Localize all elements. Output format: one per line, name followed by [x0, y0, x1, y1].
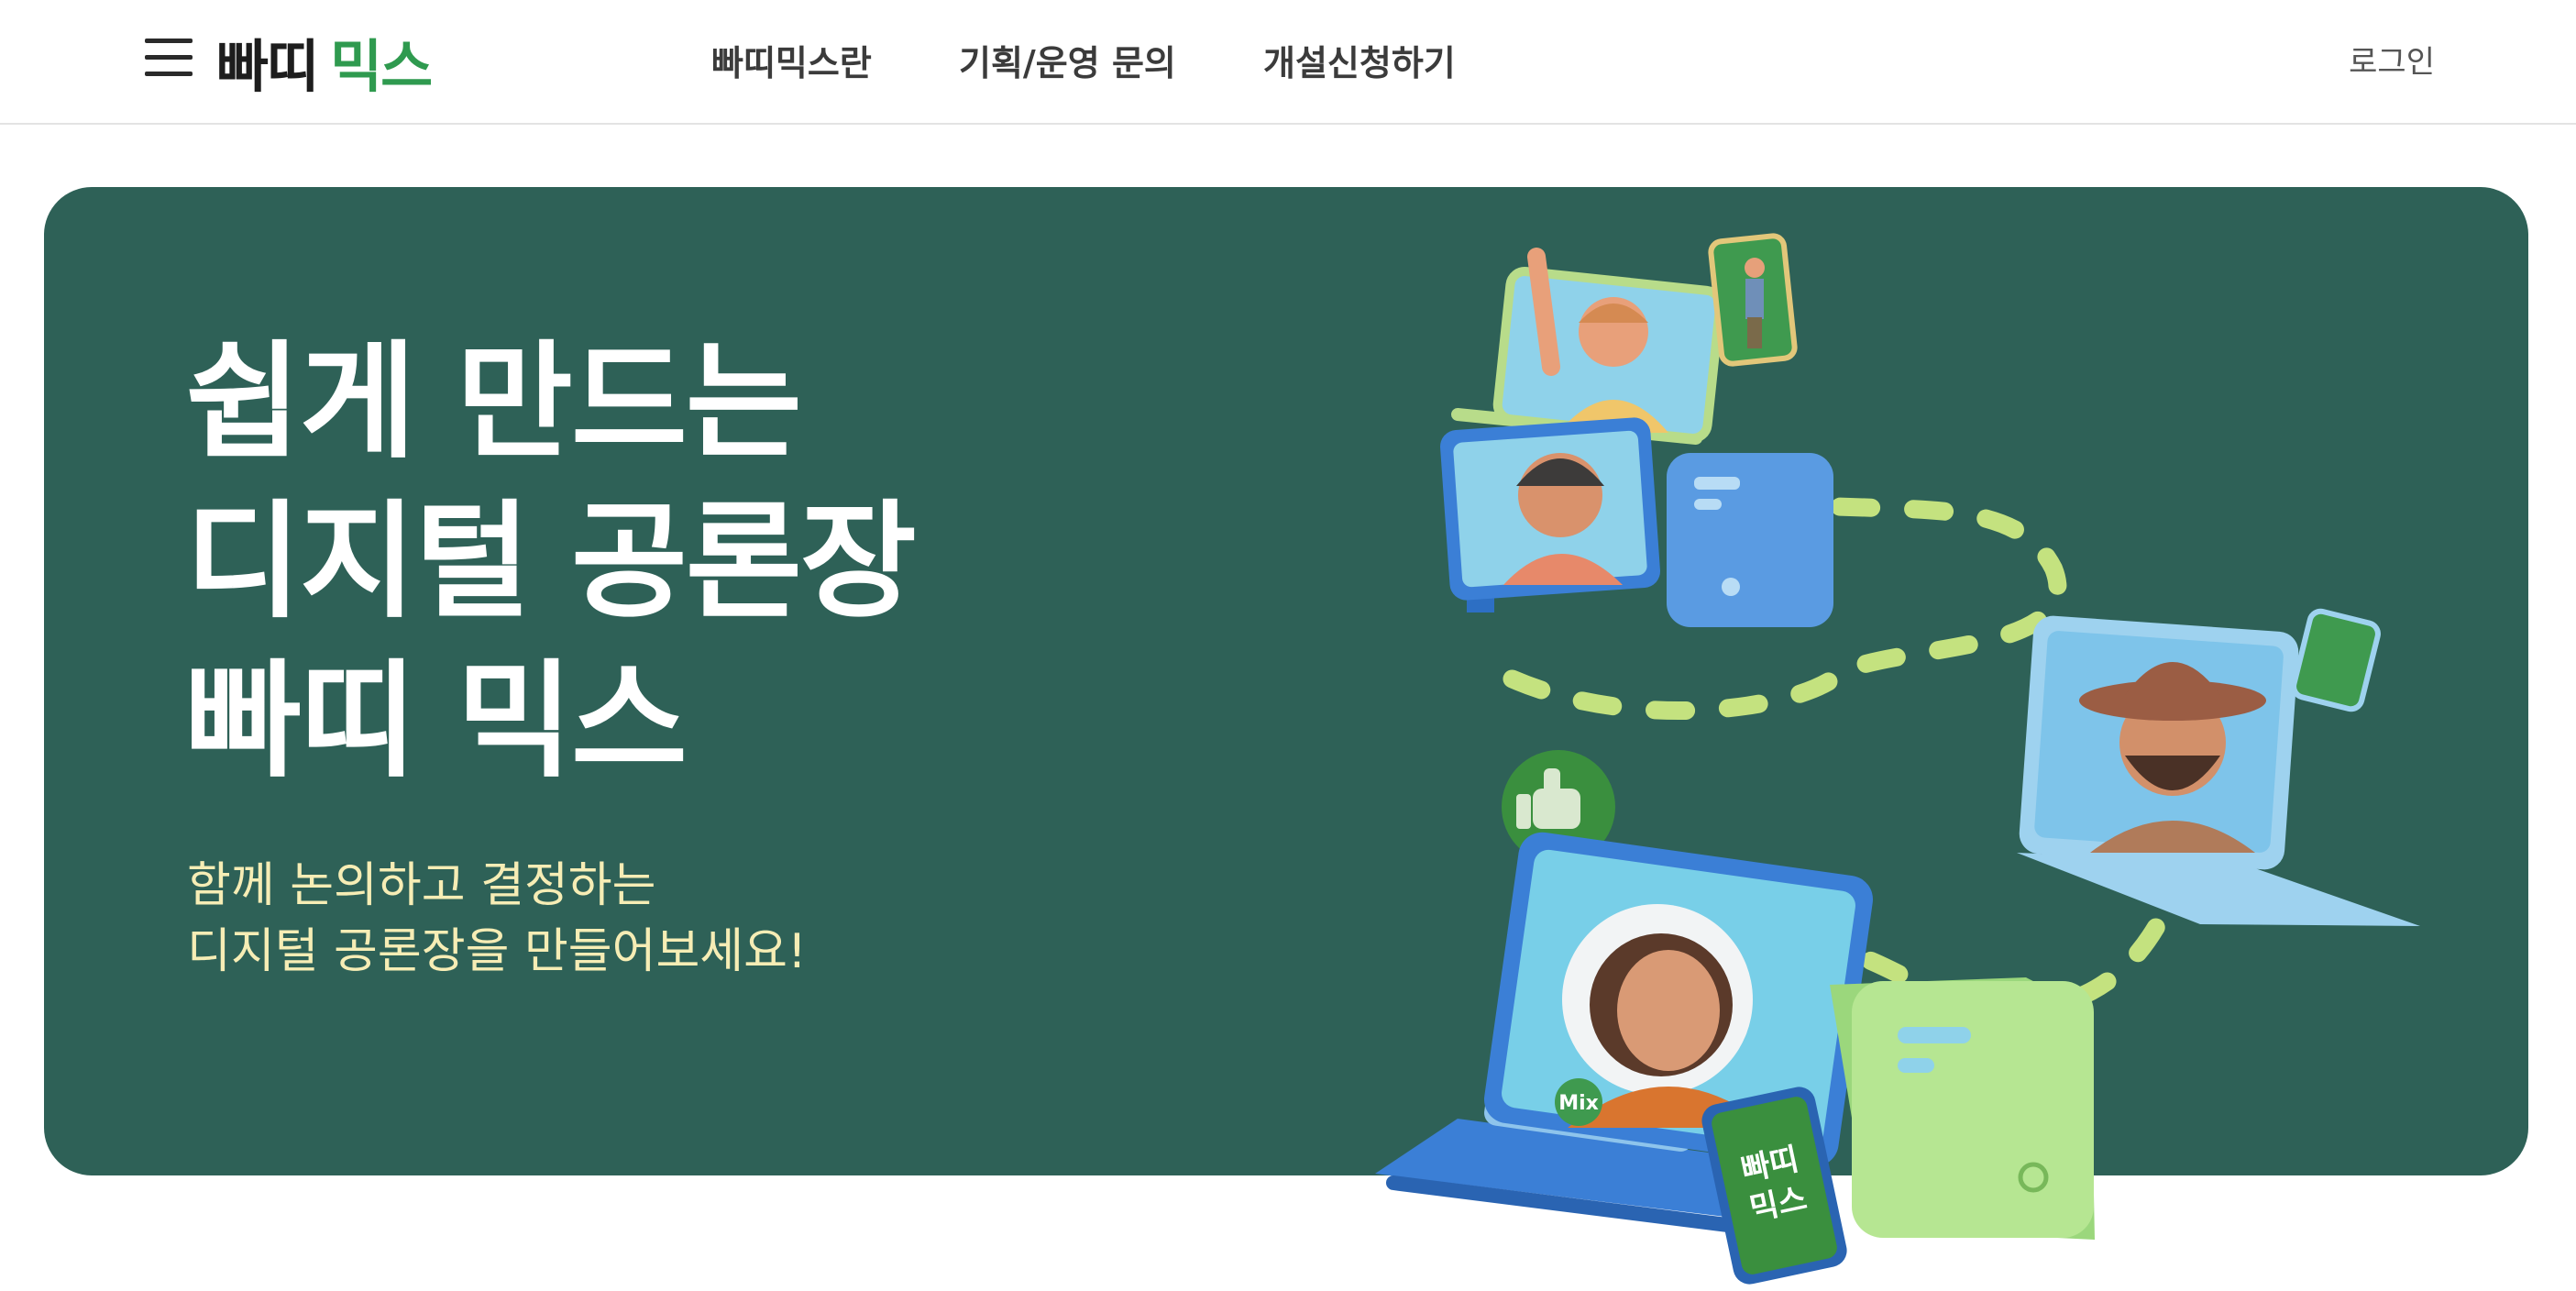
nav-about[interactable]: 빠띠믹스란 — [711, 35, 872, 85]
hero-title: 쉽게 만드는 디지털 공론장 빠띠 믹스 — [185, 323, 917, 801]
logo[interactable]: 빠띠 믹스 — [216, 20, 433, 103]
hero-subtitle: 함께 논의하고 결정하는 디지털 공론장을 만들어보세요! — [187, 853, 807, 985]
hero-title-line: 쉽게 만드는 — [185, 328, 802, 476]
bearded-person-laptop — [2017, 608, 2420, 926]
green-computer-tower — [1830, 977, 2095, 1240]
glasses-person-monitor — [1440, 417, 1833, 627]
nav-inquiry[interactable]: 기획/운영 문의 — [959, 35, 1176, 85]
logo-text-main: 빠띠 — [216, 33, 319, 100]
nav-apply[interactable]: 개설신청하기 — [1263, 35, 1456, 85]
top-navigation-bar: 빠띠 믹스 빠띠믹스란 기획/운영 문의 개설신청하기 로그인 — [0, 0, 2576, 125]
login-link[interactable]: 로그인 — [2349, 37, 2435, 82]
hero-subtitle-line: 디지털 공론장을 만들어보세요! — [187, 924, 807, 979]
hero-illustration: Mix 빠띠 믹스 — [1375, 233, 2420, 1285]
mix-badge-text: Mix — [1558, 1092, 1599, 1115]
hamburger-menu-icon[interactable] — [145, 39, 193, 77]
hero-subtitle-line: 함께 논의하고 결정하는 — [187, 858, 656, 913]
hero-title-line: 디지털 공론장 — [185, 488, 917, 635]
hero-title-line: 빠띠 믹스 — [185, 647, 688, 795]
waving-person-screen — [1451, 233, 1798, 445]
logo-text-accent: 믹스 — [330, 33, 433, 100]
